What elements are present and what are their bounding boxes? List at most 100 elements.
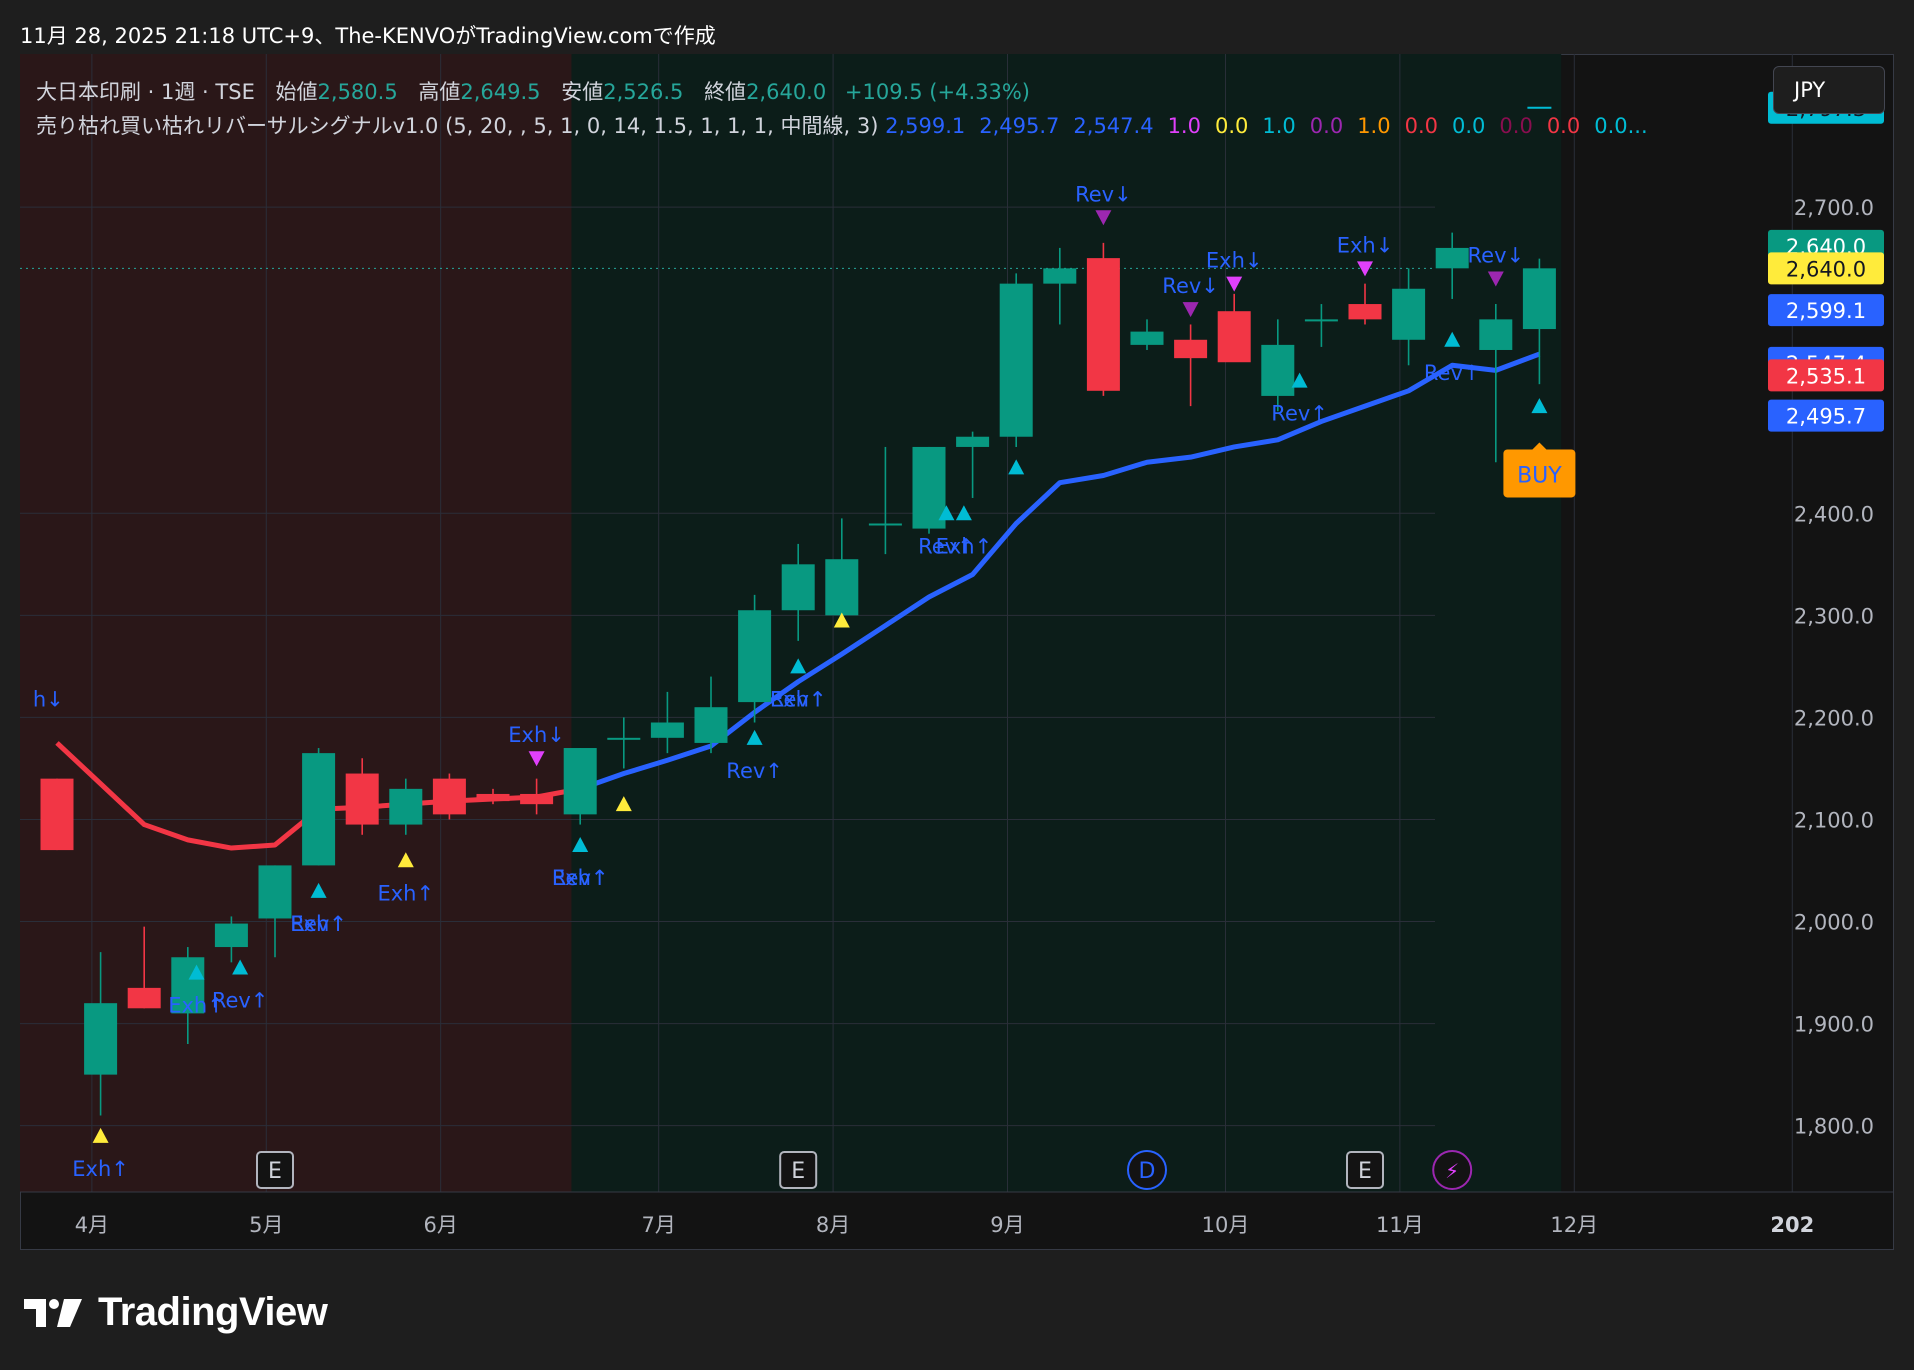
- indicator-value: 1.0: [1167, 114, 1201, 138]
- price-axis-label: 2,495.7: [1768, 399, 1884, 432]
- event-earnings-icon: E: [779, 1151, 818, 1189]
- time-tick-label: 8月: [816, 1213, 850, 1237]
- candle-body: [389, 788, 423, 825]
- candle-body: [781, 564, 815, 611]
- candle-body: [1304, 319, 1338, 322]
- price-tick-label: 1,900.0: [1794, 1013, 1874, 1037]
- open-label: 始値: [275, 80, 318, 104]
- candle-body: [345, 773, 379, 825]
- currency-button[interactable]: JPY: [1773, 66, 1885, 114]
- indicator-value: 1.0: [1357, 114, 1391, 138]
- candle: [302, 748, 336, 866]
- change-value: +109.5 (+4.33%): [844, 80, 1030, 104]
- candle-body: [258, 865, 292, 919]
- price-tick-label: 2,400.0: [1794, 502, 1874, 526]
- indicator-value: 2,599.1: [885, 114, 966, 138]
- candle-body: [1130, 331, 1164, 345]
- candle-body: [214, 923, 248, 948]
- event-letter: E: [791, 1159, 805, 1184]
- candle: [40, 778, 74, 851]
- price-axis: 1,800.0 1,900.0 2,000.0 2,100.0 2,200.0 2,300…: [1768, 91, 1884, 1139]
- price-label-text: 2,535.1: [1786, 364, 1866, 388]
- candle-body: [1043, 268, 1077, 284]
- candle-body: [563, 748, 597, 815]
- candle-body: [999, 283, 1033, 437]
- price-axis-label: 2,599.1: [1768, 294, 1884, 327]
- close-value: 2,640.0: [746, 80, 827, 104]
- event-earnings-icon: E: [1346, 1151, 1384, 1189]
- candle: [999, 273, 1033, 447]
- time-tick-label: 11月: [1376, 1213, 1424, 1237]
- signal-label: Rev↓: [1075, 182, 1132, 206]
- candle-body: [476, 793, 510, 802]
- time-tick-label: 202: [1770, 1213, 1814, 1237]
- open-value: 2,580.5: [317, 80, 398, 104]
- candle-body: [825, 559, 859, 616]
- buy-signal-label: BUY: [1503, 442, 1576, 498]
- tradingview-logo-icon: [24, 1298, 82, 1327]
- tradingview-logo[interactable]: TradingView: [24, 1290, 328, 1335]
- signal-label: Rev↑: [212, 988, 269, 1012]
- candle-body: [607, 737, 641, 740]
- candle-body: [694, 707, 728, 743]
- time-tick-label: 9月: [990, 1213, 1024, 1237]
- indicator-value: 0.0...: [1594, 114, 1648, 138]
- signal-label: Exh↑: [377, 881, 434, 905]
- signal-label: h↓: [33, 688, 64, 712]
- time-axis: 4月 5月 6月 7月 8月 9月 10月 11月 12月 202: [75, 1213, 1815, 1237]
- event-letter: D: [1139, 1159, 1156, 1184]
- high-label: 高値: [418, 80, 461, 104]
- time-tick-label: 4月: [75, 1213, 109, 1237]
- event-letter: E: [268, 1159, 282, 1184]
- signal-label: Rev↑: [726, 759, 783, 783]
- signal-label: Exh↓: [508, 723, 565, 747]
- indicator-value: 0.0: [1452, 114, 1486, 138]
- candle-body: [956, 436, 990, 447]
- price-label-text: 2,640.0: [1786, 257, 1866, 281]
- price-tick-label: 2,300.0: [1794, 604, 1874, 628]
- event-split-icon: ⚡: [1432, 1150, 1473, 1190]
- close-label: 終値: [704, 80, 747, 104]
- price-label-text: 2,495.7: [1786, 405, 1866, 429]
- candle: [432, 773, 466, 820]
- candle-body: [650, 722, 684, 738]
- candle: [563, 748, 597, 825]
- indicator-values: 2,599.1 2,495.7 2,547.4 1.0 0.0 1.0 0.0 1.0 0.0 0…: [885, 114, 1662, 138]
- time-tick-label: 10月: [1202, 1213, 1250, 1237]
- indicator-value: 0.0: [1214, 114, 1249, 138]
- signal-label: Rev↑: [770, 687, 827, 711]
- price-axis-label: 2,535.1: [1768, 359, 1884, 392]
- event-letter: ⚡: [1445, 1159, 1459, 1183]
- candle-body: [84, 1003, 118, 1075]
- time-tick-label: 7月: [641, 1213, 675, 1237]
- candle-body: [1522, 268, 1556, 330]
- signal-label: Rev↓: [1468, 244, 1525, 268]
- symbol-name: 大日本印刷 · 1週 · TSE: [36, 80, 255, 104]
- low-label: 安値: [561, 80, 604, 104]
- candle-body: [432, 778, 466, 815]
- signal-label: Rev↑: [1424, 361, 1481, 385]
- signal-label: Rev↓: [1162, 274, 1219, 298]
- chart-canvas[interactable]: h↓Exh↑Exh↑Rev↑Exh↑Rev↑Exh↑Exh↓Exh↑Rev↑Re…: [20, 54, 1894, 1250]
- high-value: 2,649.5: [460, 80, 541, 104]
- candle-body: [1261, 344, 1295, 396]
- indicator-value: 1.0: [1262, 114, 1296, 138]
- event-earnings-icon: E: [256, 1151, 294, 1189]
- candle-body: [1479, 319, 1513, 350]
- time-tick-label: 12月: [1550, 1213, 1598, 1237]
- price-tick-label: 2,200.0: [1794, 706, 1874, 730]
- candle: [912, 446, 946, 534]
- indicator-title: 売り枯れ買い枯れリバーサルシグナルv1.0 (5, 20, , 5, 1, 0,…: [36, 114, 879, 138]
- indicator-value: 0.0: [1546, 114, 1581, 138]
- candle-body: [868, 523, 902, 526]
- indicator-value: 0.0: [1499, 114, 1533, 138]
- brand-name: TradingView: [98, 1290, 328, 1334]
- signal-label: Exh↑: [72, 1157, 129, 1181]
- chart-caption: 11月 28, 2025 21:18 UTC+9、The-KENVOがTradi…: [20, 24, 716, 48]
- candle-body: [1348, 304, 1382, 320]
- signal-label: Exh↑: [936, 534, 993, 558]
- candle-body: [520, 793, 554, 805]
- signal-label: Exh↓: [1206, 249, 1263, 273]
- price-tick-label: 2,000.0: [1794, 911, 1874, 935]
- indicator-legend[interactable]: 売り枯れ買い枯れリバーサルシグナルv1.0 (5, 20, , 5, 1, 0,…: [36, 110, 1662, 140]
